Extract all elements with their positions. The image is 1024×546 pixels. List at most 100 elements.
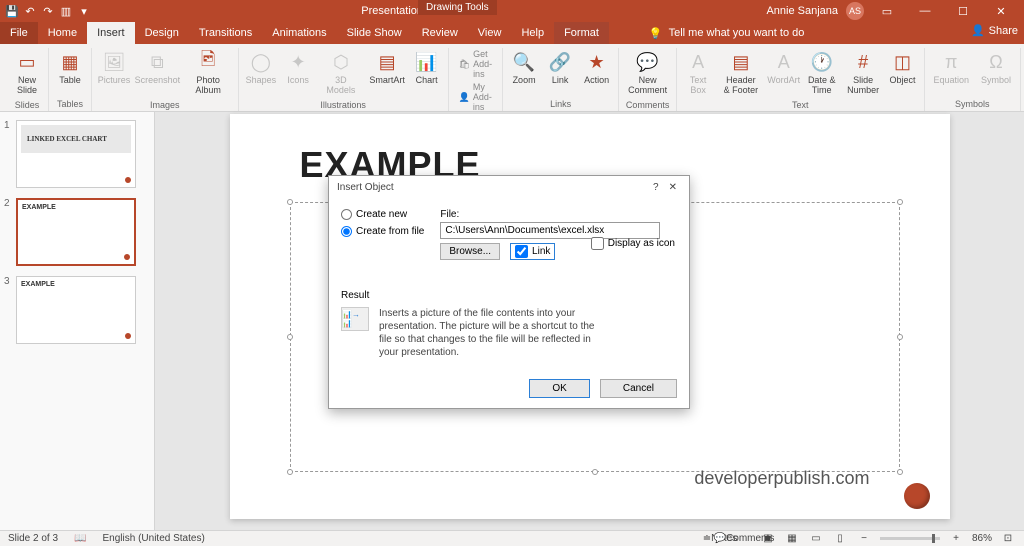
text-box-button[interactable]: AText Box (683, 48, 713, 98)
normal-view-icon[interactable]: ▣ (760, 532, 776, 546)
tab-design[interactable]: Design (135, 22, 189, 44)
user-name[interactable]: Annie Sanjana (766, 5, 838, 17)
symbol-button[interactable]: ΩSymbol (978, 48, 1014, 97)
resize-handle[interactable] (287, 199, 293, 205)
file-label: File: (440, 209, 677, 220)
tab-help[interactable]: Help (511, 22, 554, 44)
spellcheck-icon[interactable]: 📖 (74, 533, 86, 544)
fit-to-window-icon[interactable]: ⊡ (1000, 532, 1016, 546)
browse-button[interactable]: Browse... (440, 243, 500, 260)
maximize-icon[interactable]: ☐ (948, 0, 978, 22)
close-icon[interactable]: ✕ (986, 0, 1016, 22)
shapes-icon: ◯ (249, 50, 273, 74)
resize-handle[interactable] (287, 334, 293, 340)
addin-icon: 👤 (459, 92, 470, 103)
zoom-in-icon[interactable]: + (948, 532, 964, 546)
zoom-icon: 🔍 (512, 50, 536, 74)
slide-number-button[interactable]: #Slide Number (845, 48, 882, 98)
table-icon: ▦ (58, 50, 82, 74)
link-button[interactable]: 🔗Link (545, 48, 575, 97)
result-label: Result (341, 290, 677, 301)
shapes-button[interactable]: ◯Shapes (245, 48, 278, 98)
link-checkbox[interactable]: Link (510, 243, 555, 260)
pictures-button[interactable]: 🖼Pictures (98, 48, 130, 98)
slide-number-icon: # (851, 50, 875, 74)
get-addins-button[interactable]: 🛍Get Add-ins (455, 48, 496, 80)
insert-object-dialog: Insert Object ? ✕ Create new Create from… (328, 175, 690, 409)
new-slide-icon: ▭ (15, 50, 39, 74)
display-as-icon-checkbox[interactable]: Display as icon (591, 237, 675, 250)
slideshow-view-icon[interactable]: ▯ (832, 532, 848, 546)
dialog-help-icon[interactable]: ? (647, 182, 665, 193)
3d-models-button[interactable]: ⬡3D Models (319, 48, 363, 98)
action-button[interactable]: ★Action (581, 48, 612, 97)
tab-home[interactable]: Home (38, 22, 87, 44)
table-button[interactable]: ▦ Table (55, 48, 85, 97)
slide-panel[interactable]: 1 LINKED EXCEL CHART 2 EXAMPLE 3 EXAMPLE (0, 112, 155, 530)
tab-file[interactable]: File (0, 22, 38, 44)
share-button[interactable]: 👤 Share (971, 24, 1018, 37)
wordart-button[interactable]: AWordArt (769, 48, 799, 98)
dialog-close-icon[interactable]: ✕ (665, 182, 681, 193)
watermark-text: developerpublish.com (694, 468, 869, 489)
zoom-out-icon[interactable]: − (856, 532, 872, 546)
icons-button[interactable]: ✦Icons (283, 48, 313, 98)
create-from-file-radio[interactable]: Create from file (341, 226, 424, 237)
icons-icon: ✦ (286, 50, 310, 74)
reading-view-icon[interactable]: ▭ (808, 532, 824, 546)
date-time-button[interactable]: 🕐Date & Time (805, 48, 839, 98)
tab-review[interactable]: Review (412, 22, 468, 44)
tab-view[interactable]: View (468, 22, 512, 44)
zoom-button[interactable]: 🔍Zoom (509, 48, 539, 97)
resize-handle[interactable] (897, 199, 903, 205)
comment-icon: 💬 (636, 50, 660, 74)
resize-handle[interactable] (897, 334, 903, 340)
ribbon-display-icon[interactable]: ▭ (872, 0, 902, 22)
ok-button[interactable]: OK (529, 379, 589, 398)
new-comment-button[interactable]: 💬New Comment (625, 48, 670, 98)
resize-handle[interactable] (287, 469, 293, 475)
slide-thumb-1[interactable]: 1 LINKED EXCEL CHART (4, 120, 150, 188)
cancel-button[interactable]: Cancel (600, 379, 677, 398)
comments-button[interactable]: 💬 Comments (736, 532, 752, 546)
user-avatar[interactable]: AS (846, 2, 864, 20)
3d-models-icon: ⬡ (329, 50, 353, 74)
header-footer-icon: ▤ (729, 50, 753, 74)
screenshot-button[interactable]: ⧉Screenshot (136, 48, 179, 98)
create-new-radio[interactable]: Create new (341, 209, 424, 220)
tell-me-search[interactable]: 💡 Tell me what you want to do (649, 27, 804, 40)
my-addins-button[interactable]: 👤My Add-ins (455, 81, 496, 113)
ribbon: ▭ New Slide Slides ▦ Table Tables 🖼Pictu… (0, 44, 1024, 112)
tab-transitions[interactable]: Transitions (189, 22, 262, 44)
zoom-slider[interactable] (880, 537, 940, 540)
tab-animations[interactable]: Animations (262, 22, 336, 44)
smartart-button[interactable]: ▤SmartArt (369, 48, 406, 98)
store-icon: 🛍 (459, 59, 470, 70)
resize-handle[interactable] (592, 469, 598, 475)
qat-more-icon[interactable]: ▾ (78, 5, 90, 17)
undo-icon[interactable]: ↶ (24, 5, 36, 17)
object-icon: ◫ (891, 50, 915, 74)
tab-format[interactable]: Format (554, 22, 609, 44)
chart-button[interactable]: 📊Chart (412, 48, 442, 98)
slide-counter[interactable]: Slide 2 of 3 (8, 533, 58, 544)
redo-icon[interactable]: ↷ (42, 5, 54, 17)
tab-insert[interactable]: Insert (87, 22, 135, 44)
language-indicator[interactable]: English (United States) (103, 533, 205, 544)
minimize-icon[interactable]: — (910, 0, 940, 22)
zoom-level[interactable]: 86% (972, 533, 992, 544)
new-slide-button[interactable]: ▭ New Slide (12, 48, 42, 98)
smartart-icon: ▤ (375, 50, 399, 74)
photo-album-button[interactable]: 🖻Photo Album (185, 48, 232, 98)
header-footer-button[interactable]: ▤Header & Footer (719, 48, 763, 98)
resize-handle[interactable] (897, 469, 903, 475)
slide-thumb-3[interactable]: 3 EXAMPLE (4, 276, 150, 344)
slide-thumb-2[interactable]: 2 EXAMPLE (4, 198, 150, 266)
object-button[interactable]: ◫Object (888, 48, 918, 98)
start-slideshow-icon[interactable]: ▥ (60, 5, 72, 17)
ribbon-tabs: File Home Insert Design Transitions Anim… (0, 22, 1024, 44)
equation-button[interactable]: πEquation (931, 48, 973, 97)
save-icon[interactable]: 💾 (6, 5, 18, 17)
tab-slideshow[interactable]: Slide Show (337, 22, 412, 44)
slide-sorter-icon[interactable]: ▦ (784, 532, 800, 546)
